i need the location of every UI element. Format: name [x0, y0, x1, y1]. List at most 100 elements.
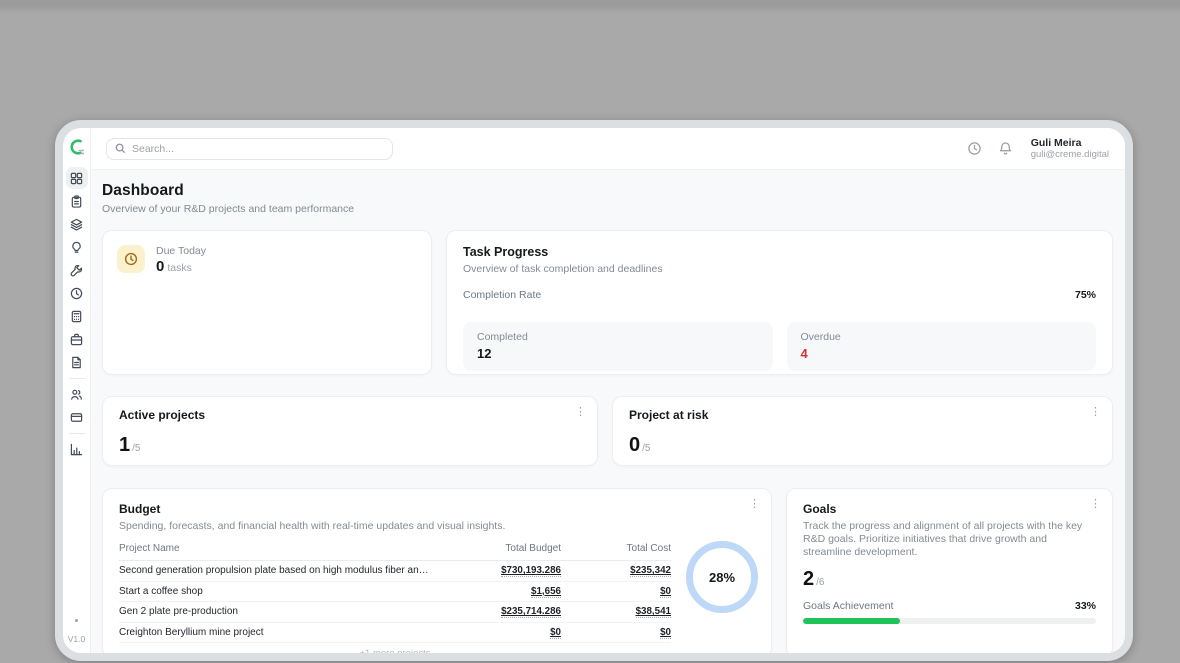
active-projects-value: 1 — [119, 434, 130, 456]
total-cost-cell: $235,342 — [561, 565, 671, 576]
table-row: Start a coffee shop$1,656$0 — [119, 582, 671, 603]
page-title: Dashboard — [102, 182, 1113, 200]
total-cost-value[interactable]: $235,342 — [630, 565, 671, 577]
project-at-risk-title: Project at risk — [629, 408, 1098, 422]
due-today-unit: tasks — [167, 262, 192, 274]
more-projects-link[interactable]: +1 more projects — [119, 648, 671, 653]
clock-icon — [124, 252, 138, 266]
budget-table-header: Project Name Total Budget Total Cost — [119, 543, 671, 561]
budget-menu-button[interactable]: ⋮ — [749, 498, 760, 510]
briefcase-icon — [70, 333, 83, 346]
user-menu[interactable]: Guli Meira guli@creme.digital — [1031, 137, 1109, 160]
sidebar-item-tools[interactable] — [66, 259, 88, 281]
sidebar: V1.0 — [63, 128, 91, 653]
column-project-name: Project Name — [119, 543, 441, 554]
total-budget-value[interactable]: $730,193.286 — [501, 565, 561, 577]
budget-table-body: Second generation propulsion plate based… — [119, 561, 671, 643]
sidebar-item-billing[interactable] — [66, 406, 88, 428]
table-row: Creighton Beryllium mine project $0 $0 — [119, 623, 671, 644]
lightbulb-icon — [70, 241, 83, 254]
budget-donut-value: 28% — [709, 570, 735, 585]
bell-icon — [998, 141, 1013, 156]
due-today-card[interactable]: Due Today 0tasks — [102, 230, 432, 375]
goals-achievement-bar-fill — [803, 618, 900, 624]
table-row: Second generation propulsion plate based… — [119, 561, 671, 582]
budget-subtitle: Spending, forecasts, and financial healt… — [119, 520, 755, 532]
active-projects-menu-button[interactable]: ⋮ — [575, 406, 586, 418]
overdue-label: Overdue — [801, 331, 1083, 343]
sidebar-item-documents[interactable] — [66, 351, 88, 373]
goals-achievement-value: 33% — [1075, 600, 1096, 612]
sidebar-item-projects[interactable] — [66, 213, 88, 235]
overdue-value: 4 — [801, 346, 1083, 361]
total-cost-cell: $0 — [561, 586, 671, 597]
project-at-risk-card: Project at risk ⋮ 0/5 — [612, 396, 1113, 466]
completed-value: 12 — [477, 346, 759, 361]
task-progress-subtitle: Overview of task completion and deadline… — [463, 263, 1096, 275]
project-name-cell: Second generation propulsion plate based… — [119, 565, 441, 576]
sidebar-item-team[interactable] — [66, 383, 88, 405]
column-total-budget: Total Budget — [441, 543, 561, 554]
total-cost-value[interactable]: $0 — [660, 586, 671, 598]
layers-icon — [70, 218, 83, 231]
goals-value: 2 — [803, 568, 814, 590]
goals-subtitle: Track the progress and alignment of all … — [803, 520, 1096, 559]
sidebar-divider — [69, 378, 85, 379]
due-today-value: 0 — [156, 258, 164, 275]
search-input[interactable] — [132, 143, 384, 155]
budget-donut-chart: 28% — [686, 541, 758, 613]
topbar: Guli Meira guli@creme.digital — [91, 128, 1125, 170]
total-budget-value[interactable]: $1,656 — [531, 586, 561, 598]
notifications-button[interactable] — [998, 141, 1013, 156]
completed-stat-box: Completed 12 — [463, 322, 773, 371]
calculator-icon — [70, 310, 83, 323]
total-budget-cell: $235,714.286 — [441, 606, 561, 617]
bar-chart-icon — [70, 443, 83, 456]
user-name: Guli Meira — [1031, 137, 1109, 149]
search-box[interactable] — [106, 138, 393, 160]
sidebar-item-dashboard[interactable] — [66, 167, 88, 189]
total-cost-cell: $0 — [561, 627, 671, 638]
total-budget-value[interactable]: $235,714.286 — [501, 606, 561, 618]
task-progress-title: Task Progress — [463, 245, 1096, 259]
project-at-risk-value: 0 — [629, 434, 640, 456]
search-icon — [115, 143, 126, 154]
sidebar-item-ideas[interactable] — [66, 236, 88, 258]
goals-achievement-bar — [803, 618, 1096, 624]
overdue-stat-box: Overdue 4 — [787, 322, 1097, 371]
goals-menu-button[interactable]: ⋮ — [1090, 498, 1101, 510]
project-at-risk-menu-button[interactable]: ⋮ — [1090, 406, 1101, 418]
project-at-risk-total: /5 — [642, 443, 650, 454]
goals-achievement-label: Goals Achievement — [803, 600, 893, 612]
active-projects-total: /5 — [132, 443, 140, 454]
total-cost-value[interactable]: $38,541 — [636, 606, 671, 618]
sidebar-item-tasks[interactable] — [66, 190, 88, 212]
history-clock-icon — [967, 141, 982, 156]
app-window: V1.0 Guli Meira guli@creme.digital — [55, 120, 1133, 661]
sidebar-item-analytics[interactable] — [66, 438, 88, 460]
goals-card: Goals ⋮ Track the progress and alignment… — [786, 488, 1113, 653]
creme-logo-icon — [68, 138, 85, 156]
total-budget-cell: $1,656 — [441, 586, 561, 597]
wrench-icon — [70, 264, 83, 277]
clipboard-icon — [70, 195, 83, 208]
project-name-cell: Gen 2 plate pre-production — [119, 606, 441, 617]
app-version: V1.0 — [68, 634, 86, 644]
project-name-cell: Creighton Beryllium mine project — [119, 627, 441, 638]
table-row: Gen 2 plate pre-production $235,714.286 $3… — [119, 602, 671, 623]
goals-title: Goals — [803, 502, 1096, 516]
clock-icon — [70, 287, 83, 300]
document-icon — [70, 356, 83, 369]
sidebar-item-calculator[interactable] — [66, 305, 88, 327]
total-budget-cell: $0 — [441, 627, 561, 638]
total-cost-value[interactable]: $0 — [660, 627, 671, 639]
main-area: Guli Meira guli@creme.digital Dashboard … — [91, 128, 1125, 653]
page-subtitle: Overview of your R&D projects and team p… — [102, 203, 1113, 215]
sidebar-item-time[interactable] — [66, 282, 88, 304]
total-budget-value[interactable]: $0 — [550, 627, 561, 639]
sidebar-item-portfolio[interactable] — [66, 328, 88, 350]
budget-title: Budget — [119, 502, 755, 516]
budget-table: Project Name Total Budget Total Cost Sec… — [119, 543, 671, 643]
completion-rate-label: Completion Rate — [463, 289, 541, 301]
history-clock-button[interactable] — [967, 141, 982, 156]
